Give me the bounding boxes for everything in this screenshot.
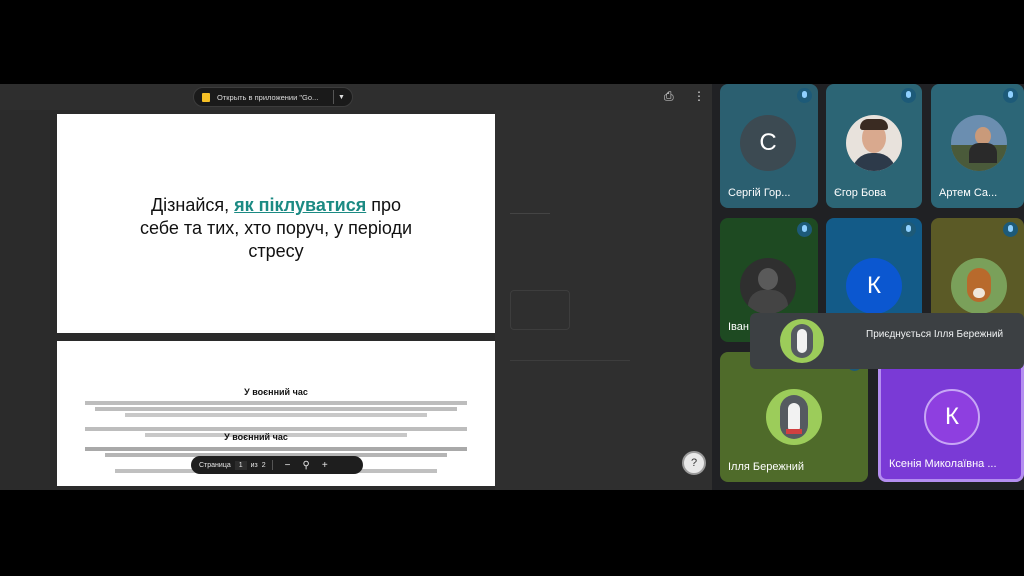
open-in-app-button[interactable]: Открыть в приложении "Go... ▼ <box>193 87 353 107</box>
participant-tile[interactable]: Єгор Бова <box>826 84 922 208</box>
page-of-label: из <box>250 461 258 469</box>
page-number-input[interactable]: 1 <box>234 460 247 470</box>
print-icon[interactable]: ⎙ <box>664 89 674 103</box>
avatar <box>951 115 1007 171</box>
avatar: С <box>740 115 796 171</box>
document-viewer: Открыть в приложении "Go... ▼ ⎙ ⋮ Дізнай… <box>0 84 712 490</box>
avatar <box>740 258 796 314</box>
page-total: 2 <box>261 461 266 469</box>
page-navigation-bar: Страница 1 из 2 − ⚲ + <box>191 456 363 474</box>
avatar <box>846 115 902 171</box>
participant-name: Сергій Гор... <box>728 187 791 199</box>
avatar: К <box>924 389 980 445</box>
help-icon[interactable]: ? <box>682 451 706 475</box>
background-document <box>495 110 712 490</box>
mic-icon <box>1003 88 1018 103</box>
participant-tile[interactable]: Артем Са... <box>931 84 1024 208</box>
mic-icon <box>797 222 812 237</box>
viewer-toolbar: Открыть в приложении "Go... ▼ ⎙ ⋮ <box>0 84 712 110</box>
more-vert-icon[interactable]: ⋮ <box>693 89 705 103</box>
participant-name: Ксенія Миколаївна ... <box>889 458 997 470</box>
mic-icon <box>901 88 916 103</box>
slide-text-line1-start: Дізнайся, <box>150 195 230 215</box>
slide-link[interactable]: як піклуватися <box>234 195 366 215</box>
avatar <box>780 319 824 363</box>
open-in-app-label: Открыть в приложении "Go... <box>217 92 319 102</box>
zoom-in-icon[interactable]: + <box>322 460 328 471</box>
slide-text-line1-end: про <box>371 195 402 215</box>
slide-text-line3: стресу <box>248 241 304 261</box>
page2-heading: У воєнний час <box>244 387 308 397</box>
avatar: К <box>846 258 902 314</box>
mic-icon <box>1003 222 1018 237</box>
participant-name: Ілля Бережний <box>728 461 805 473</box>
chevron-down-icon[interactable]: ▼ <box>338 94 345 101</box>
avatar <box>951 258 1007 314</box>
zoom-icon[interactable]: ⚲ <box>303 460 310 471</box>
screen: Открыть в приложении "Go... ▼ ⎙ ⋮ Дізнай… <box>0 84 1024 490</box>
mic-icon <box>901 222 916 237</box>
participant-tile[interactable]: С Сергій Гор... <box>720 84 818 208</box>
mic-icon <box>797 88 812 103</box>
join-notification: Приєднується Ілля Бережний <box>750 313 1024 369</box>
slide-page-1: Дізнайся, як піклуватися про себе та тих… <box>57 114 495 333</box>
page2-heading-overlay: У воєнний час <box>224 432 288 442</box>
participant-name: Артем Са... <box>939 187 998 199</box>
page-label: Страница <box>199 461 231 469</box>
join-notification-text: Приєднується Ілля Бережний <box>866 329 1004 340</box>
slides-file-icon <box>202 92 210 102</box>
zoom-out-icon[interactable]: − <box>285 460 291 471</box>
participant-tile[interactable]: Ілля Бережний <box>720 352 868 482</box>
avatar <box>766 389 822 445</box>
slide-text-line2: себе та тих, хто поруч, у періоди <box>139 218 413 238</box>
participant-tile-active-speaker[interactable]: К Ксенія Миколаївна ... <box>878 352 1024 482</box>
participant-name: Єгор Бова <box>834 187 887 199</box>
slide-text: Дізнайся, як піклуватися про себе та тих… <box>57 194 495 263</box>
